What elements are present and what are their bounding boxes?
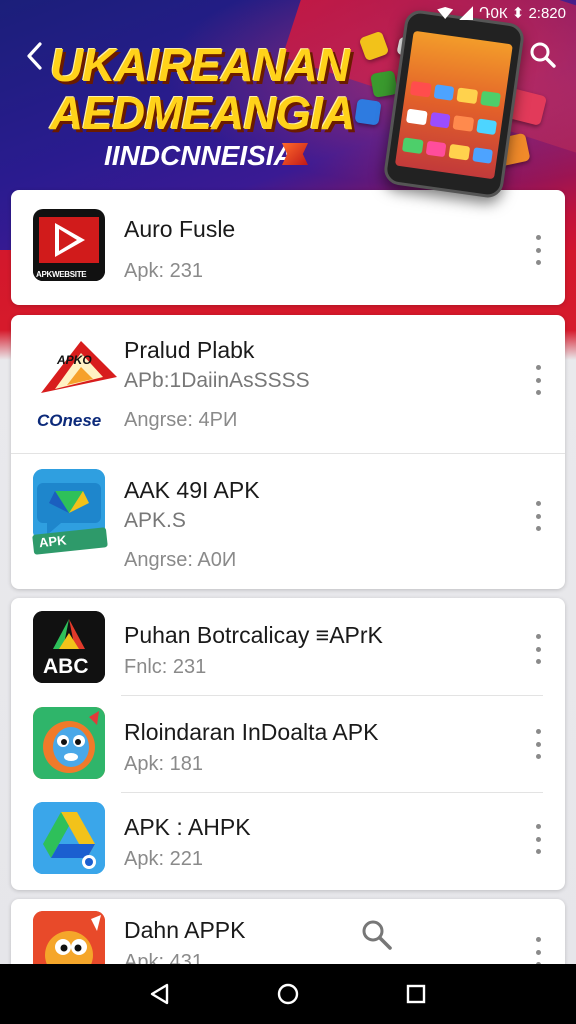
- icon-caption: COnese: [37, 411, 102, 430]
- list-item[interactable]: APK AAK 49I APK APK.S Angrse: A0И: [11, 453, 565, 589]
- app-meta: Angrse: A0И: [124, 549, 237, 571]
- app-line2: APK.S: [124, 509, 186, 532]
- app-card: APKO COnese Pralud Plabk APb:1DaiinAsSSS…: [11, 315, 565, 589]
- abc-triangle-icon: ABC: [33, 611, 105, 683]
- search-icon[interactable]: [528, 40, 558, 70]
- back-icon[interactable]: [20, 38, 50, 74]
- list-item[interactable]: APKO COnese Pralud Plabk APb:1DaiinAsSSS…: [11, 315, 565, 453]
- home-circle-icon[interactable]: [274, 980, 302, 1008]
- system-navigation-bar: [0, 964, 576, 1024]
- more-options-icon[interactable]: [531, 499, 545, 533]
- cartoon-bird-icon: [33, 707, 105, 779]
- app-meta: Angrse: 4PИ: [124, 409, 238, 431]
- drive-triangle-icon: [33, 802, 105, 874]
- app-meta: Apk: 221: [124, 848, 203, 870]
- icon-caption: ABC: [43, 655, 89, 678]
- banner-subtitle: IINDCNNEISIA: [104, 140, 294, 171]
- red-play-logo-icon: APKWEBSITE: [33, 209, 105, 281]
- icon-caption: APK: [38, 532, 68, 551]
- red-arrow-logo-icon: APKO COnese: [37, 333, 121, 433]
- app-name: Puhan Botrcalicay ≡APrK: [124, 622, 383, 648]
- app-meta: Apk: 231: [124, 260, 203, 282]
- phone-illustration: [382, 8, 526, 200]
- icon-caption-top: APKO: [57, 353, 92, 367]
- search-icon[interactable]: [359, 917, 393, 951]
- more-options-icon[interactable]: [531, 363, 545, 397]
- app-name: APK : AHPK: [124, 814, 251, 840]
- floating-app-icon: [354, 98, 382, 126]
- back-triangle-icon[interactable]: [146, 980, 174, 1008]
- wifi-icon: [437, 7, 454, 19]
- app-line2: APb:1DaiinAsSSSS: [124, 369, 310, 392]
- app-meta: Apk: 181: [124, 753, 203, 775]
- banner-title-line-1: UKAIREANAN: [50, 39, 350, 91]
- app-meta: Fnlc: 231: [124, 656, 207, 678]
- more-options-icon[interactable]: [531, 233, 545, 267]
- app-name: Rloindaran InDoalta APK: [124, 719, 379, 745]
- recents-square-icon[interactable]: [402, 980, 430, 1008]
- app-name: Pralud Plabk: [124, 337, 255, 363]
- app-name: Auro Fusle: [124, 216, 236, 242]
- app-name: AAK 49I APK: [124, 477, 260, 503]
- list-item[interactable]: APK : AHPK Apk: 221: [11, 792, 565, 889]
- signal-icon: [459, 6, 474, 20]
- icon-caption: APKWEBSITE: [36, 270, 87, 279]
- status-text: Դ0К ⬍ 2:820: [479, 5, 566, 22]
- app-card: APKWEBSITE Auro Fusle Apk: 231: [11, 190, 565, 305]
- app-card: ABC Puhan Botrcalicay ≡APrK Fnlc: 231 Rl…: [11, 598, 565, 890]
- banner-title-line-2: AEDMEANGIA: [50, 87, 355, 139]
- app-name: Dahn APPK: [124, 917, 246, 943]
- list-item[interactable]: ABC Puhan Botrcalicay ≡APrK Fnlc: 231: [11, 598, 565, 695]
- more-options-icon[interactable]: [531, 822, 545, 856]
- list-item[interactable]: Rloindaran InDoalta APK Apk: 181: [11, 695, 565, 792]
- more-options-icon[interactable]: [531, 632, 545, 666]
- list-item[interactable]: APKWEBSITE Auro Fusle Apk: 231: [11, 190, 565, 305]
- status-bar: Դ0К ⬍ 2:820: [437, 2, 566, 24]
- more-options-icon[interactable]: [531, 727, 545, 761]
